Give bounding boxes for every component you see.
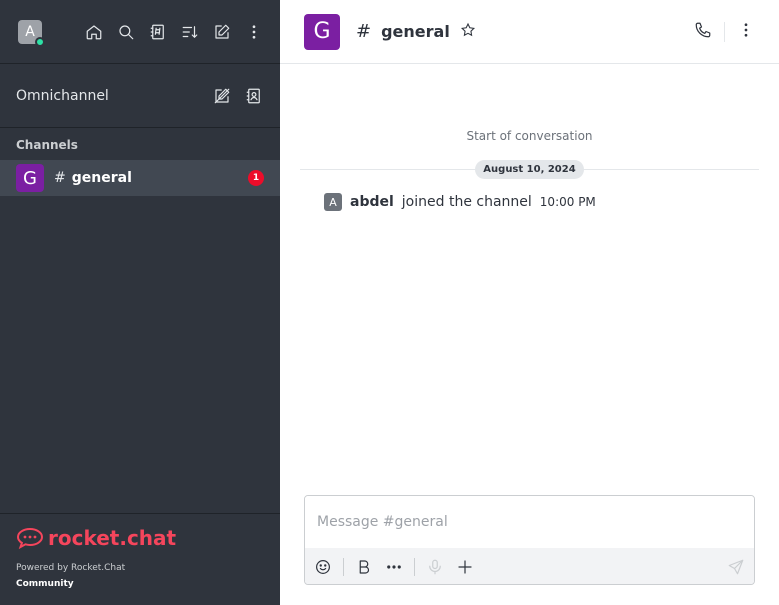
start-of-conversation: Start of conversation [466, 129, 593, 143]
date-divider: August 10, 2024 [300, 159, 759, 179]
channels-section-title: Channels [16, 138, 78, 152]
user-avatar-initial: A [25, 23, 35, 40]
bold-icon[interactable] [354, 557, 374, 577]
message-input[interactable] [305, 496, 754, 548]
contact-center-icon[interactable] [244, 86, 264, 106]
toolbar-divider [343, 558, 344, 576]
room-name: general [71, 170, 132, 186]
home-icon[interactable] [84, 22, 104, 42]
message-timestamp: 10:00 PM [539, 195, 596, 209]
hash-icon: # [54, 170, 66, 186]
date-pill: August 10, 2024 [475, 159, 584, 179]
kebab-menu-icon[interactable] [244, 22, 264, 42]
room-avatar: G [16, 164, 44, 192]
room-kebab-menu-icon[interactable] [737, 21, 755, 43]
omnichannel-section: Omnichannel [0, 64, 280, 128]
powered-by-text: Powered by Rocket.Chat [16, 563, 126, 573]
online-status-icon [35, 36, 45, 47]
page-title: general [381, 22, 450, 41]
plus-icon[interactable] [455, 557, 475, 577]
message-username[interactable]: abdel [350, 194, 394, 210]
sort-icon[interactable] [180, 22, 200, 42]
rocket-chat-logo: rocket.chat [16, 526, 264, 550]
message-avatar[interactable]: A [324, 193, 342, 211]
omnichannel-label: Omnichannel [16, 87, 109, 104]
search-icon[interactable] [116, 22, 136, 42]
directory-icon[interactable] [148, 22, 168, 42]
edition-label: Community [16, 579, 74, 589]
unread-badge: 1 [248, 170, 264, 186]
sidebar-footer: rocket.chat Powered by Rocket.Chat Commu… [0, 513, 280, 605]
message-text: joined the channel [401, 194, 532, 210]
emoji-icon[interactable] [313, 557, 333, 577]
user-avatar[interactable]: A [18, 19, 45, 47]
message-avatar-initial: A [329, 195, 337, 209]
main-area: G # general Start of conversation August… [280, 0, 779, 605]
toolbar-divider [414, 558, 415, 576]
sidebar-header: A [0, 0, 280, 64]
room-avatar-initial: G [23, 167, 37, 189]
send-icon[interactable] [726, 557, 746, 577]
header-divider [724, 21, 725, 42]
sidebar-item-general[interactable]: G # general 1 [0, 160, 280, 196]
omnichannel-status-icon[interactable] [212, 86, 232, 106]
sidebar: A Omnichannel Channels G # general 1 roc… [0, 0, 280, 605]
compose-icon[interactable] [212, 22, 232, 42]
more-formatting-icon[interactable] [384, 557, 404, 577]
call-icon[interactable] [694, 21, 712, 43]
microphone-icon[interactable] [425, 557, 445, 577]
composer-toolbar [305, 548, 754, 584]
logo-text: rocket.chat [48, 526, 177, 550]
header-hash-icon: # [356, 21, 372, 42]
system-message: A abdel joined the channel 10:00 PM [280, 193, 779, 211]
star-icon[interactable] [460, 22, 476, 42]
room-header: G # general [280, 0, 779, 64]
rocket-chat-logo-icon [16, 527, 44, 550]
header-avatar-initial: G [313, 19, 331, 44]
message-composer [304, 495, 755, 585]
header-room-avatar[interactable]: G [304, 13, 340, 50]
powered-by: Powered by Rocket.Chat Community [16, 560, 264, 592]
